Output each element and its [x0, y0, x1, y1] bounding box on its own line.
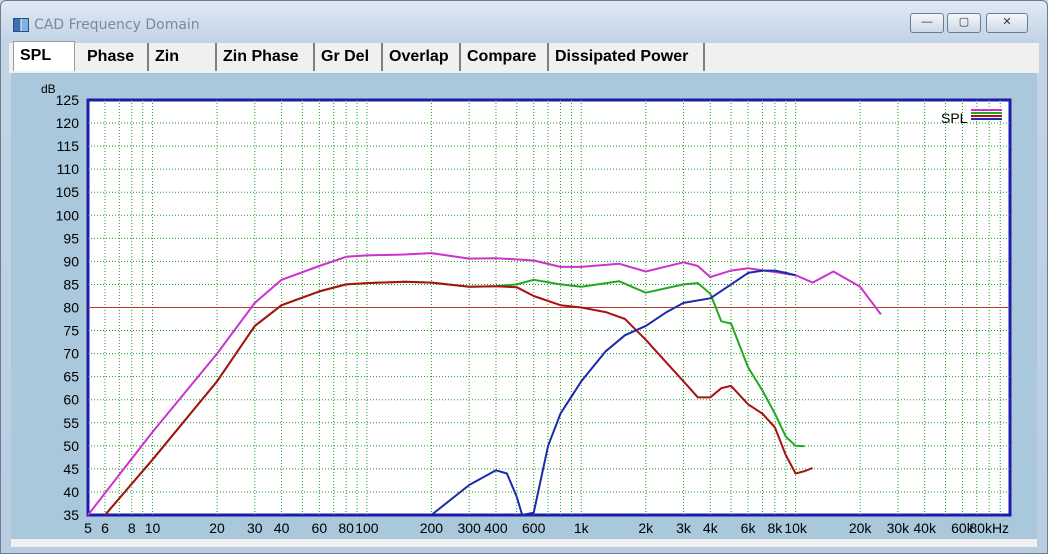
- x-tick-label: 80: [338, 520, 354, 536]
- y-tick-label: 85: [63, 276, 79, 292]
- x-tick-label: 10k: [784, 520, 808, 536]
- y-tick-label: 65: [63, 369, 79, 385]
- x-tick-label: 6k: [741, 520, 757, 536]
- x-tick-label: 20k: [849, 520, 873, 536]
- y-tick-labels: 35 40 45 50 55 60 65 70 75 80 85 90 95 100 105 110 115 12…: [56, 92, 80, 523]
- y-tick-label: 80: [63, 300, 79, 316]
- x-tick-label: 8: [128, 520, 136, 536]
- x-tick-labels: 5 6 8 10 20 30 40 60 80 100 200 300 400 600 1k 2k 3k 4k 6k…: [84, 520, 1009, 536]
- y-tick-label: 35: [63, 507, 79, 523]
- y-tick-label: 60: [63, 392, 79, 408]
- y-axis-label: dB: [41, 82, 56, 96]
- x-tick-label: 40k: [913, 520, 937, 536]
- y-tick-label: 100: [56, 207, 80, 223]
- y-tick-label: 95: [63, 230, 79, 246]
- x-tick-label: 200: [420, 520, 444, 536]
- y-tick-label: 110: [57, 161, 80, 177]
- y-tick-label: 55: [63, 415, 79, 431]
- spl-chart[interactable]: 3540455055606570758085909510010511011512…: [1, 1, 1047, 553]
- x-tick-label: 30k: [887, 520, 911, 536]
- x-tick-label: 60: [312, 520, 328, 536]
- y-tick-label: 115: [57, 138, 80, 154]
- x-tick-label: 80kHz: [969, 520, 1009, 536]
- y-tick-label: 75: [63, 323, 79, 339]
- y-tick-label: 90: [63, 253, 79, 269]
- x-tick-label: 20: [209, 520, 225, 536]
- x-tick-label: 2k: [638, 520, 654, 536]
- x-tick-label: 1k: [574, 520, 590, 536]
- legend-label: SPL: [941, 110, 968, 126]
- x-tick-label: 400: [484, 520, 508, 536]
- y-tick-label: 70: [63, 346, 79, 362]
- x-tick-label: 600: [522, 520, 546, 536]
- y-tick-label: 120: [56, 115, 80, 131]
- x-tick-label: 300: [457, 520, 481, 536]
- y-tick-label: 40: [63, 484, 79, 500]
- x-tick-label: 30: [247, 520, 263, 536]
- x-tick-label: 3k: [676, 520, 692, 536]
- y-tick-label: 45: [63, 461, 79, 477]
- x-tick-label: 100: [355, 520, 379, 536]
- x-tick-label: 4k: [703, 520, 719, 536]
- x-tick-label: 5: [84, 520, 92, 536]
- y-tick-label: 125: [56, 92, 80, 108]
- app-window: CAD Frequency Domain — ▢ ✕ SPL Phase Zin…: [0, 0, 1048, 554]
- x-tick-label: 6: [101, 520, 109, 536]
- y-tick-label: 105: [56, 184, 80, 200]
- x-tick-label: 40: [274, 520, 290, 536]
- y-tick-label: 50: [63, 438, 79, 454]
- x-tick-label: 8k: [767, 520, 783, 536]
- x-tick-label: 10: [145, 520, 161, 536]
